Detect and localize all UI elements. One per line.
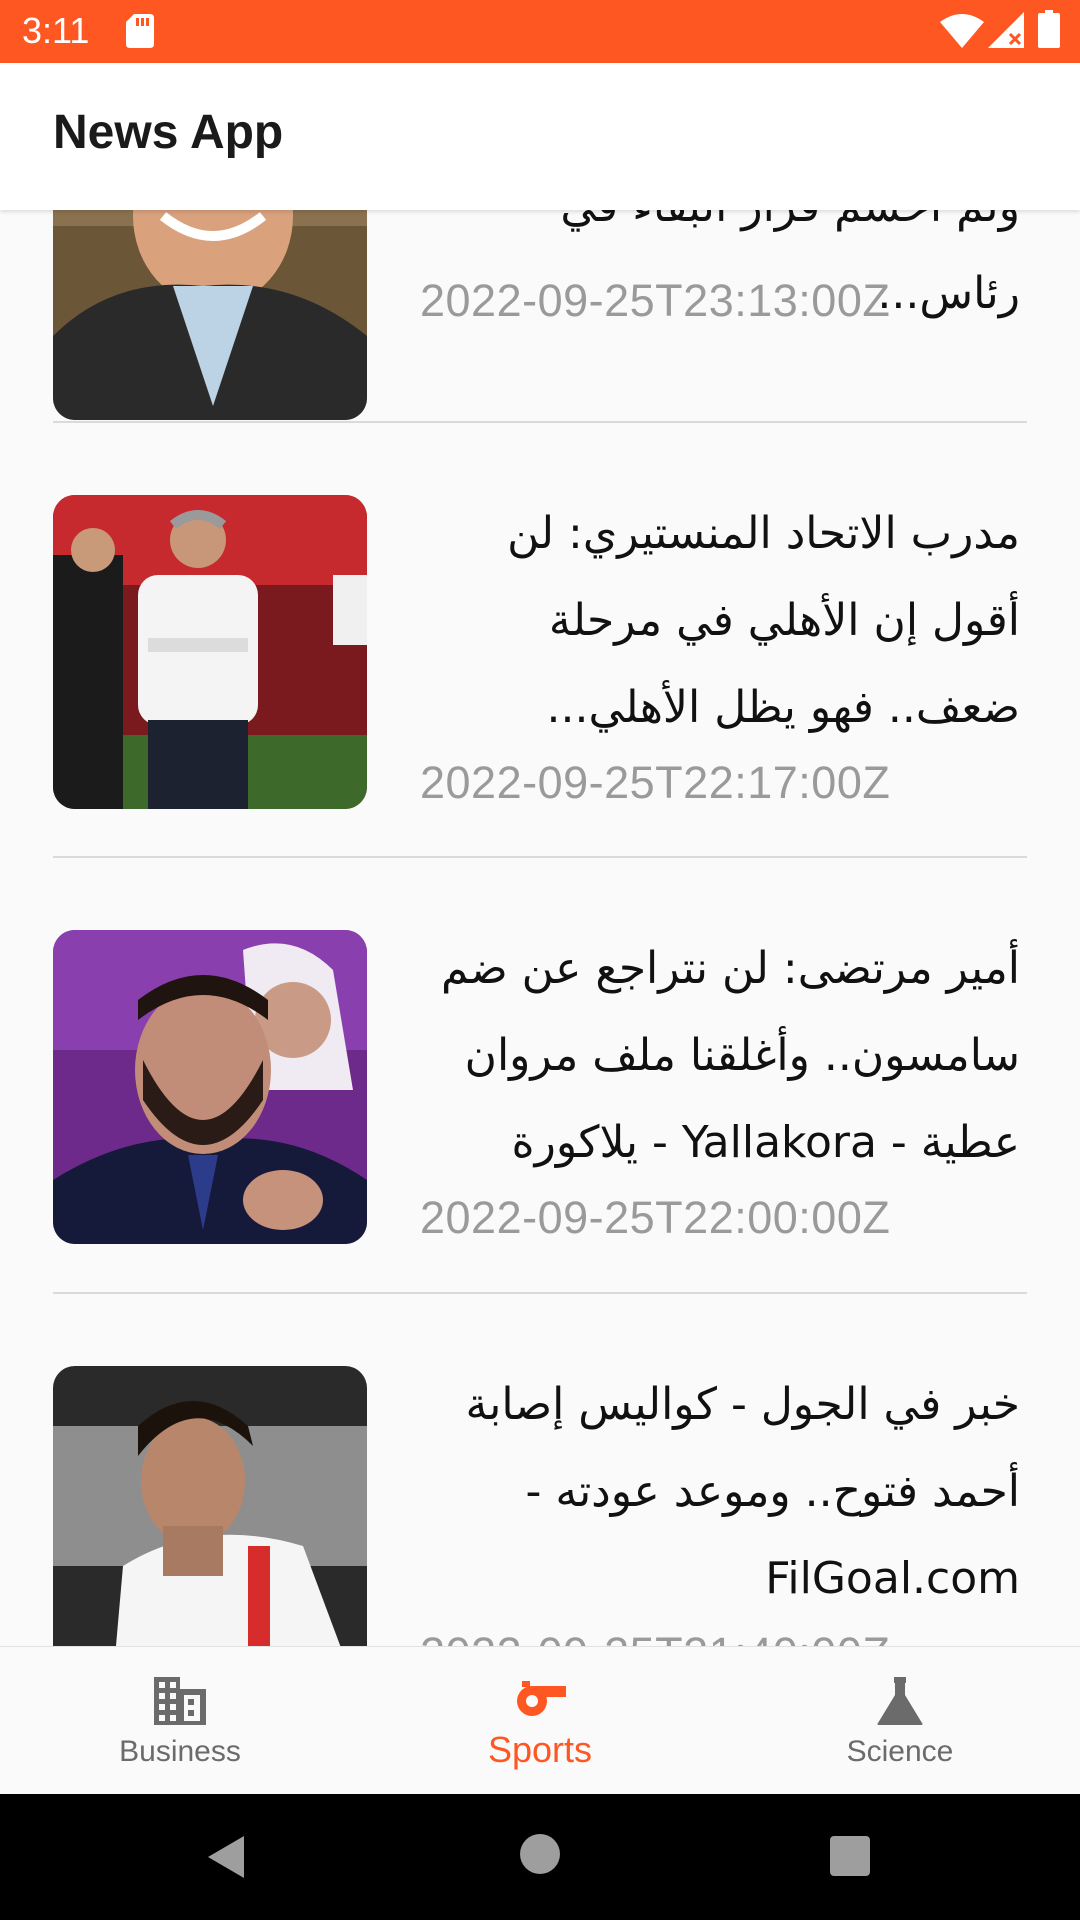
article-item[interactable]: مدرب الاتحاد المنستيري: لن أقول إن الأهل…	[53, 495, 1027, 875]
app-title: News App	[53, 106, 284, 159]
system-navigation-bar	[0, 1794, 1080, 1920]
app-bar: News App	[0, 63, 1080, 210]
article-date: 2022-09-25T22:00:00Z	[420, 1192, 891, 1243]
nav-label-sports: Sports	[487, 1729, 593, 1770]
article-list[interactable]: ولم أحسم قرار البقاء في رئاس... 2022-09-…	[0, 210, 1080, 1646]
article-thumbnail	[53, 495, 367, 809]
nav-label-business: Business	[119, 1735, 241, 1768]
building-icon	[154, 1677, 206, 1725]
home-icon[interactable]	[520, 1834, 560, 1874]
screen: 3:11 News App رئاس... 2022-09-25T23:13:0…	[0, 0, 1080, 1920]
article-item[interactable]: ولم أحسم قرار البقاء في رئاس... 2022-09-…	[53, 210, 1027, 526]
flask-icon	[877, 1677, 923, 1725]
divider	[53, 421, 1027, 423]
wifi-icon	[940, 14, 984, 48]
article-title: خبر في الجول - كواليس إصابة أحمد فتوح.. …	[465, 1379, 1020, 1604]
article-title: مدرب الاتحاد المنستيري: لن أقول إن الأهل…	[507, 508, 1020, 733]
battery-icon	[1038, 10, 1060, 48]
article-thumbnail	[53, 210, 367, 420]
article-item[interactable]: خبر في الجول - كواليس إصابة أحمد فتوح.. …	[53, 1366, 1027, 1646]
nav-item-sports[interactable]: Sports	[360, 1647, 720, 1795]
sd-card-icon	[126, 14, 154, 48]
whistle-icon	[517, 1681, 566, 1716]
article-item[interactable]: أمير مرتضى: لن نتراجع عن ضم سامسون.. وأغ…	[53, 930, 1027, 1310]
article-date: 2022-09-25T21:40:00Z	[420, 1628, 890, 1646]
signal-icon	[988, 12, 1024, 48]
back-icon[interactable]	[204, 1834, 250, 1880]
nav-item-science[interactable]: Science	[720, 1647, 1080, 1795]
article-thumbnail	[53, 930, 367, 1244]
divider	[53, 1292, 1027, 1294]
article-date: 2022-09-25T23:13:00Z	[420, 275, 891, 326]
article-title: أمير مرتضى: لن نتراجع عن ضم سامسون.. وأغ…	[441, 943, 1020, 1168]
status-bar: 3:11	[0, 0, 1080, 63]
article-date: 2022-09-25T22:17:00Z	[420, 757, 891, 808]
nav-label-science: Science	[846, 1735, 954, 1768]
bottom-navigation: Business Sports Science	[0, 1646, 1080, 1794]
recents-icon[interactable]	[830, 1836, 870, 1876]
nav-item-business[interactable]: Business	[0, 1647, 360, 1795]
article-thumbnail	[53, 1366, 367, 1646]
divider	[53, 856, 1027, 858]
status-time: 3:11	[22, 10, 90, 51]
